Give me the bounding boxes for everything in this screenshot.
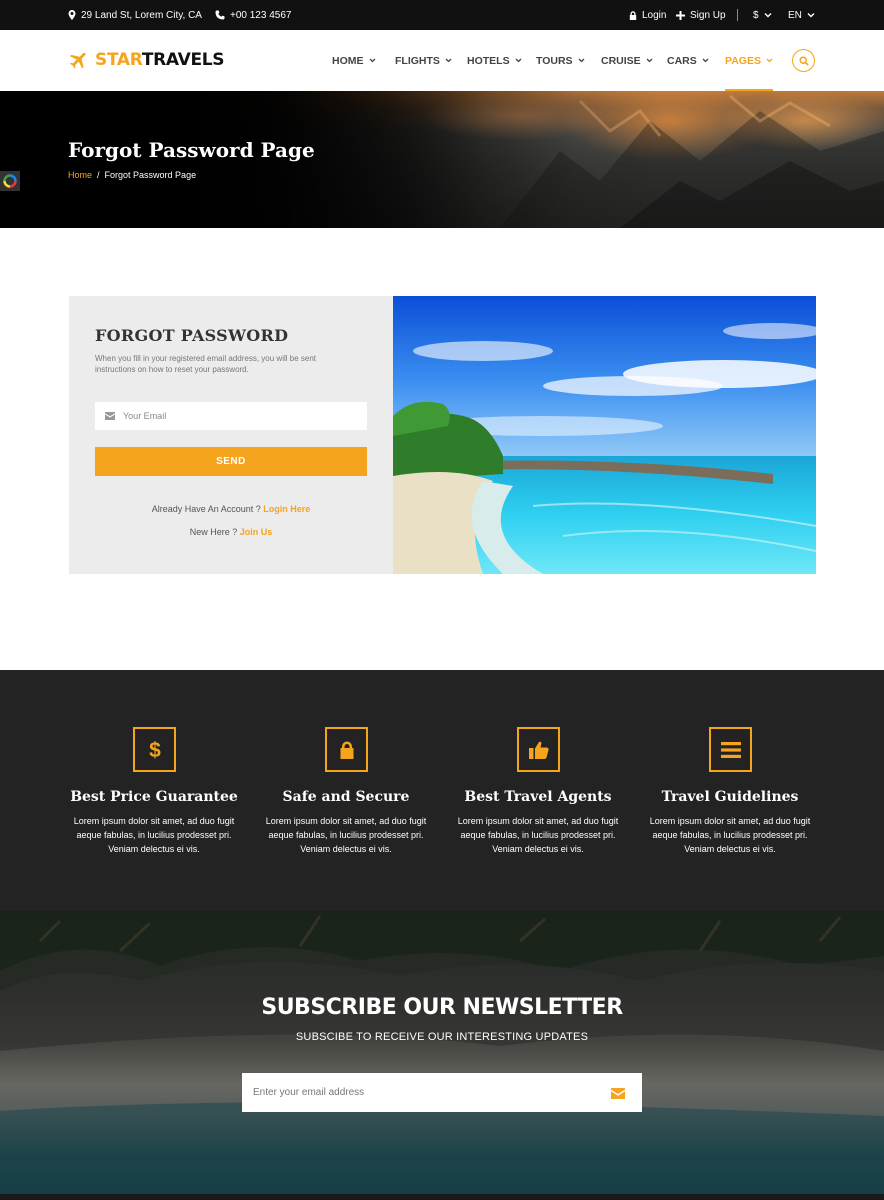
- forgot-password-panel: FORGOT PASSWORD When you fill in your re…: [69, 296, 393, 574]
- email-input[interactable]: [123, 411, 343, 421]
- login-here-link[interactable]: Login Here: [263, 504, 310, 514]
- address-info: 29 Land St, Lorem City, CA: [68, 0, 202, 30]
- nav-home[interactable]: HOME: [332, 30, 376, 91]
- dollar-icon: $: [133, 727, 176, 772]
- currency-value: $: [753, 9, 759, 21]
- page-title: Forgot Password Page: [68, 138, 315, 162]
- chevron-down-icon: [369, 58, 375, 63]
- breadcrumb-home[interactable]: Home: [68, 170, 92, 180]
- feature-title: Best Travel Agents: [464, 789, 612, 805]
- newsletter-title: SUBSCRIBE OUR NEWSLETTER: [261, 995, 623, 1020]
- phone-text: +00 123 4567: [230, 9, 292, 21]
- features-section: $ Best Price Guarantee Lorem ipsum dolor…: [0, 670, 884, 911]
- join-prompt-text: New Here ?: [189, 527, 240, 537]
- nav-tours-label: TOURS: [536, 54, 573, 67]
- search-icon: [798, 55, 809, 66]
- svg-text:$: $: [149, 739, 161, 761]
- nav-flights-label: FLIGHTS: [395, 54, 440, 67]
- forgot-password-title: FORGOT PASSWORD: [95, 326, 289, 345]
- join-us-link[interactable]: Join Us: [240, 527, 273, 537]
- nav-tours[interactable]: TOURS: [536, 30, 585, 91]
- login-label: Login: [642, 9, 667, 21]
- newsletter-subtitle: SUBSCIBE TO RECEIVE OUR INTERESTING UPDA…: [295, 1031, 589, 1043]
- feature-description: Lorem ipsum dolor sit amet, ad duo fugit…: [73, 816, 235, 854]
- forgot-password-description: When you fill in your registered email a…: [95, 354, 316, 374]
- plus-icon: [676, 10, 685, 20]
- newsletter-email-input[interactable]: [242, 1087, 572, 1098]
- main-header: STARTRAVELS HOME FLIGHTS HOTELS TOURS CR…: [0, 30, 884, 91]
- chevron-down-icon: [766, 58, 773, 63]
- beach-image: [393, 296, 816, 574]
- topbar-divider: [737, 9, 738, 21]
- nav-cars[interactable]: CARS: [667, 30, 709, 91]
- color-switcher-button[interactable]: [0, 171, 20, 191]
- feature-description: Lorem ipsum dolor sit amet, ad duo fugit…: [649, 816, 811, 854]
- login-prompt: Already Have An Account ? Login Here: [69, 504, 393, 514]
- breadcrumb-separator: /: [97, 170, 100, 180]
- feature-description: Lorem ipsum dolor sit amet, ad duo fugit…: [265, 816, 427, 854]
- thumbs-up-icon: [517, 727, 560, 772]
- airplane-icon: [69, 52, 86, 69]
- map-marker-icon: [68, 10, 76, 20]
- login-link[interactable]: Login: [629, 0, 666, 30]
- logo-text: STARTRAVELS: [95, 50, 225, 70]
- phone-icon: [215, 10, 225, 20]
- newsletter-section: SUBSCRIBE OUR NEWSLETTER SUBSCIBE TO REC…: [0, 911, 884, 1200]
- chevron-down-icon: [445, 58, 452, 63]
- nav-hotels[interactable]: HOTELS: [467, 30, 522, 91]
- address-text: 29 Land St, Lorem City, CA: [81, 9, 202, 21]
- nav-flights[interactable]: FLIGHTS: [395, 30, 452, 91]
- chevron-down-icon: [764, 13, 772, 18]
- newsletter-submit-button[interactable]: [608, 1083, 628, 1103]
- chevron-down-icon: [702, 58, 709, 63]
- login-prompt-text: Already Have An Account ?: [151, 504, 264, 514]
- nav-pages-label: PAGES: [725, 54, 761, 67]
- language-select[interactable]: EN: [788, 0, 815, 30]
- newsletter-field[interactable]: [242, 1073, 642, 1112]
- breadcrumb-current: Forgot Password Page: [104, 170, 197, 180]
- lock-icon: [629, 10, 637, 20]
- chevron-down-icon: [578, 58, 585, 63]
- signup-link[interactable]: Sign Up: [676, 0, 726, 30]
- chevron-down-icon: [646, 58, 653, 63]
- feature-description: Lorem ipsum dolor sit amet, ad duo fugit…: [457, 816, 619, 854]
- join-prompt: New Here ? Join Us: [69, 527, 393, 537]
- nav-cars-label: CARS: [667, 54, 697, 67]
- feature-title: Travel Guidelines: [661, 789, 799, 805]
- nav-home-label: HOME: [332, 54, 364, 67]
- feature-title: Safe and Secure: [282, 789, 410, 805]
- currency-select[interactable]: $: [753, 0, 772, 30]
- page-banner: Forgot Password Page Home / Forgot Passw…: [0, 91, 884, 228]
- search-button[interactable]: [792, 49, 815, 72]
- top-bar: 29 Land St, Lorem City, CA +00 123 4567 …: [0, 0, 884, 30]
- nav-cruise-label: CRUISE: [601, 54, 641, 67]
- envelope-icon: [611, 1087, 625, 1099]
- list-icon: [709, 727, 752, 772]
- logo-star-text: STAR: [95, 50, 142, 70]
- signup-label: Sign Up: [690, 9, 726, 21]
- envelope-icon: [105, 412, 115, 420]
- phone-info: +00 123 4567: [215, 0, 291, 30]
- lock-icon: [325, 727, 368, 772]
- beach-illustration: [393, 296, 816, 574]
- site-logo[interactable]: STARTRAVELS: [68, 48, 225, 72]
- chevron-down-icon: [515, 58, 522, 63]
- chevron-down-icon: [807, 13, 815, 18]
- logo-travels-text: TRAVELS: [141, 50, 225, 70]
- color-wheel-icon: [3, 174, 17, 188]
- nav-pages[interactable]: PAGES: [725, 30, 773, 91]
- language-value: EN: [788, 9, 802, 21]
- email-field[interactable]: [95, 402, 367, 430]
- nav-cruise[interactable]: CRUISE: [601, 30, 653, 91]
- nav-hotels-label: HOTELS: [467, 54, 510, 67]
- breadcrumb: Home / Forgot Password Page: [68, 170, 196, 180]
- feature-title: Best Price Guarantee: [70, 789, 238, 805]
- send-button[interactable]: SEND: [95, 447, 367, 476]
